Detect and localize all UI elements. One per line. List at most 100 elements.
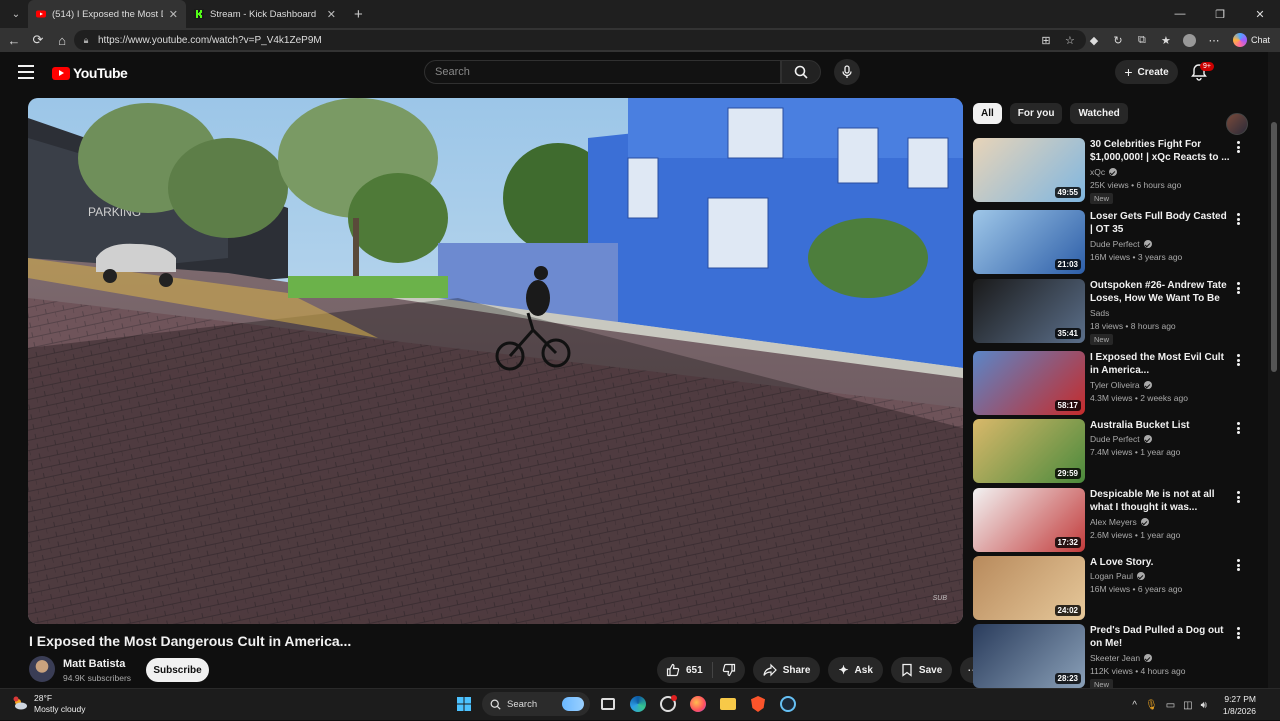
more-options-icon[interactable] (1233, 212, 1243, 226)
taskbar-search[interactable]: Search (482, 692, 590, 716)
windows-start-icon[interactable] (452, 692, 476, 716)
close-icon[interactable]: ✕ (327, 8, 336, 21)
network-icon[interactable]: ◫ (1183, 700, 1192, 711)
recommendation-channel[interactable]: Sads (1090, 308, 1109, 318)
recommendation-item[interactable]: 35:41 Outspoken #26- Andrew Tate Loses, H… (973, 279, 1263, 345)
copilot-chat-button[interactable]: Chat (1229, 33, 1274, 47)
ask-button[interactable]: ✦ Ask (828, 657, 883, 683)
recommendation-title[interactable]: Loser Gets Full Body Casted | OT 35 (1090, 210, 1230, 236)
more-options-icon[interactable] (1233, 490, 1243, 504)
app-available-icon[interactable]: ⊞ (1037, 31, 1055, 49)
create-button[interactable]: + Create (1115, 60, 1178, 84)
video-thumbnail[interactable]: 29:59 (973, 419, 1085, 483)
address-bar[interactable]: 🔒︎ https://www.youtube.com/watch?v=P_V4k… (74, 30, 1086, 50)
chip-all[interactable]: All (973, 103, 1002, 124)
recommendation-item[interactable]: 21:03 Loser Gets Full Body Casted | OT 35… (973, 210, 1263, 274)
recommendation-title[interactable]: Despicable Me is not at all what I thoug… (1090, 488, 1230, 514)
more-options-icon[interactable] (1233, 140, 1243, 154)
display-icon[interactable]: ▭ (1166, 700, 1175, 711)
home-button[interactable]: ⌂ (50, 28, 74, 52)
recommendation-channel[interactable]: xQc (1090, 167, 1118, 177)
close-window-button[interactable]: ✕ (1240, 0, 1280, 28)
recommendation-item[interactable]: 58:17 I Exposed the Most Evil Cult in Ame… (973, 351, 1263, 415)
microphone-tray-icon[interactable]: 🎙︎ (1145, 700, 1158, 711)
recommendation-item[interactable]: 28:23 Pred's Dad Pulled a Dog out on Me! S… (973, 624, 1263, 690)
recommendation-channel[interactable]: Dude Perfect (1090, 239, 1152, 249)
more-options-icon[interactable] (1233, 626, 1243, 640)
extension-diamond-icon[interactable]: ◆ (1085, 31, 1103, 49)
video-thumbnail[interactable]: 58:17 (973, 351, 1085, 415)
steam-icon[interactable] (776, 692, 800, 716)
recommendation-item[interactable]: 24:02 A Love Story. Logan Paul 16M views • … (973, 556, 1263, 620)
tab-kick[interactable]: Stream - Kick Dashboard ✕ (186, 0, 344, 28)
recommendation-title[interactable]: Pred's Dad Pulled a Dog out on Me! (1090, 624, 1230, 650)
recommendation-title[interactable]: I Exposed the Most Evil Cult in America.… (1090, 351, 1230, 377)
recommendation-channel[interactable]: Tyler Oliveira (1090, 380, 1152, 390)
recommendation-channel[interactable]: Skeeter Jean (1090, 653, 1153, 663)
more-options-icon[interactable] (1233, 353, 1243, 367)
recommendation-channel[interactable]: Alex Meyers (1090, 517, 1149, 527)
more-options-icon[interactable] (1233, 281, 1243, 295)
channel-name[interactable]: Matt Batista (63, 658, 125, 670)
recommendation-item[interactable]: 17:32 Despicable Me is not at all what I … (973, 488, 1263, 552)
video-player[interactable]: PARKING SUB (28, 98, 963, 624)
split-screen-icon[interactable]: ⧉ (1133, 31, 1151, 49)
channel-avatar[interactable] (29, 656, 55, 682)
recommendation-channel[interactable]: Logan Paul (1090, 571, 1146, 581)
subscribe-button[interactable]: Subscribe (146, 658, 209, 682)
recommendation-item[interactable]: 29:59 Australia Bucket List Dude Perfect 7.… (973, 419, 1263, 483)
tab-youtube[interactable]: (514) I Exposed the Most Dangerous Cult … (28, 0, 186, 28)
voice-search-button[interactable] (834, 59, 860, 85)
youtube-logo[interactable]: YouTube (52, 65, 128, 81)
search-input[interactable]: Search (424, 60, 781, 84)
video-thumbnail[interactable]: 49:55 (973, 138, 1085, 202)
menu-icon[interactable] (18, 65, 34, 79)
task-view-icon[interactable] (596, 692, 620, 716)
weather-widget[interactable]: 28°F Mostly cloudy (12, 693, 86, 715)
system-clock[interactable]: 9:27 PM 1/8/2026 (1223, 693, 1256, 717)
firefox-icon[interactable] (686, 692, 710, 716)
save-button[interactable]: Save (890, 657, 953, 683)
favorites-icon[interactable]: ★ (1157, 31, 1175, 49)
scrollbar-thumb[interactable] (1271, 122, 1277, 372)
page-scrollbar[interactable] (1268, 52, 1280, 688)
file-explorer-icon[interactable] (716, 692, 740, 716)
volume-icon[interactable]: 🔊︎ (1201, 700, 1207, 711)
close-icon[interactable]: ✕ (169, 8, 178, 21)
site-info-icon[interactable]: 🔒︎ (80, 34, 92, 46)
more-options-icon[interactable] (1233, 558, 1243, 572)
recommendation-title[interactable]: Outspoken #26- Andrew Tate Loses, How We… (1090, 279, 1230, 306)
recommendation-title[interactable]: A Love Story. (1090, 556, 1230, 569)
back-button[interactable]: ← (2, 28, 26, 52)
chevron-up-icon[interactable]: ^ (1132, 700, 1137, 711)
refresh-button[interactable]: ⟳ (26, 28, 50, 52)
search-button[interactable] (781, 60, 821, 84)
recommendation-item[interactable]: 49:55 30 Celebrities Fight For $1,000,000… (973, 138, 1263, 204)
video-thumbnail[interactable]: 24:02 (973, 556, 1085, 620)
video-thumbnail[interactable]: 35:41 (973, 279, 1085, 343)
sync-icon[interactable]: ↻ (1109, 31, 1127, 49)
chip-for-you[interactable]: For you (1009, 103, 1063, 124)
new-tab-button[interactable]: + (354, 6, 363, 23)
more-icon[interactable]: ⋯ (1205, 31, 1223, 49)
tab-actions-menu[interactable]: ⌄ (4, 2, 28, 26)
brave-icon[interactable] (746, 692, 770, 716)
dislike-button[interactable] (713, 657, 745, 683)
obs-icon[interactable] (656, 692, 680, 716)
video-thumbnail[interactable]: 17:32 (973, 488, 1085, 552)
profile-icon[interactable] (1181, 31, 1199, 49)
recommendation-channel[interactable]: Dude Perfect (1090, 434, 1152, 444)
restore-button[interactable]: ❐ (1200, 0, 1240, 28)
avatar[interactable] (1226, 113, 1248, 135)
chip-watched[interactable]: Watched (1070, 103, 1128, 124)
recommendation-title[interactable]: Australia Bucket List (1090, 419, 1230, 432)
video-thumbnail[interactable]: 28:23 (973, 624, 1085, 688)
video-thumbnail[interactable]: 21:03 (973, 210, 1085, 274)
share-button[interactable]: Share (752, 657, 821, 683)
more-options-icon[interactable] (1233, 421, 1243, 435)
edge-browser-icon[interactable] (626, 692, 650, 716)
minimize-button[interactable]: — (1160, 0, 1200, 28)
like-button[interactable]: 651 (657, 657, 712, 683)
recommendation-title[interactable]: 30 Celebrities Fight For $1,000,000! | x… (1090, 138, 1230, 164)
favorite-star-icon[interactable]: ☆ (1061, 31, 1079, 49)
